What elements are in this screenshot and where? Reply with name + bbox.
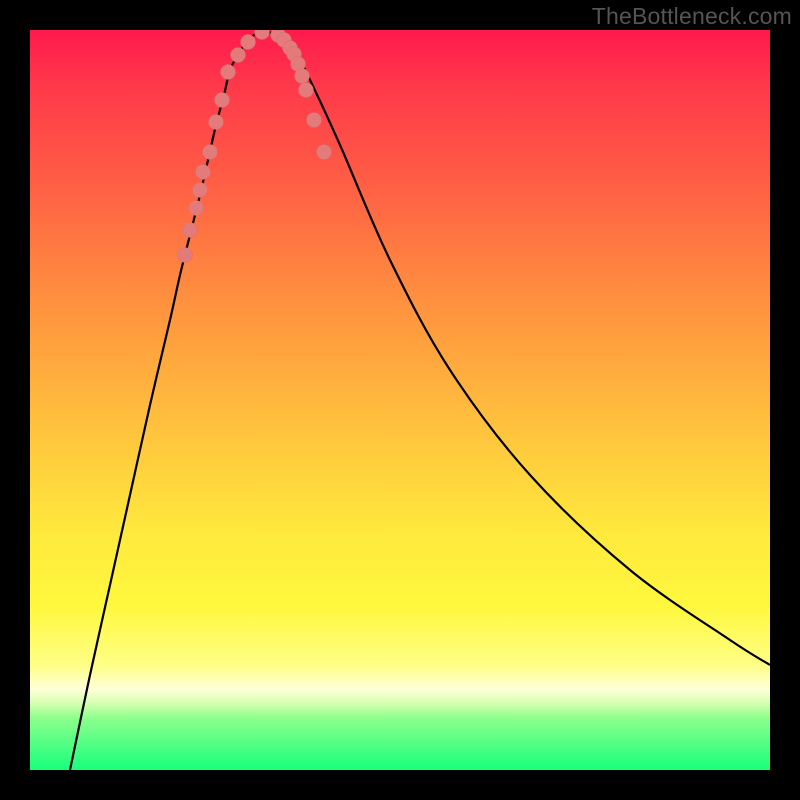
marker-point [299, 83, 314, 98]
bottleneck-curve [70, 32, 770, 770]
marker-point [196, 165, 211, 180]
marker-point [203, 145, 218, 160]
marker-point [183, 223, 198, 238]
marker-point [307, 113, 322, 128]
marker-point [231, 48, 246, 63]
marker-point [209, 115, 224, 130]
marker-point [189, 201, 204, 216]
chart-frame: TheBottleneck.com [0, 0, 800, 800]
marker-point [215, 93, 230, 108]
plot-area [30, 30, 770, 770]
marker-point [178, 248, 193, 263]
marker-point [295, 69, 310, 84]
curve-svg [30, 30, 770, 770]
marker-point [317, 145, 332, 160]
marker-point [255, 30, 270, 40]
marker-point [241, 35, 256, 50]
highlight-markers [178, 30, 332, 263]
marker-point [221, 65, 236, 80]
watermark-text: TheBottleneck.com [592, 3, 792, 30]
marker-point [193, 183, 208, 198]
